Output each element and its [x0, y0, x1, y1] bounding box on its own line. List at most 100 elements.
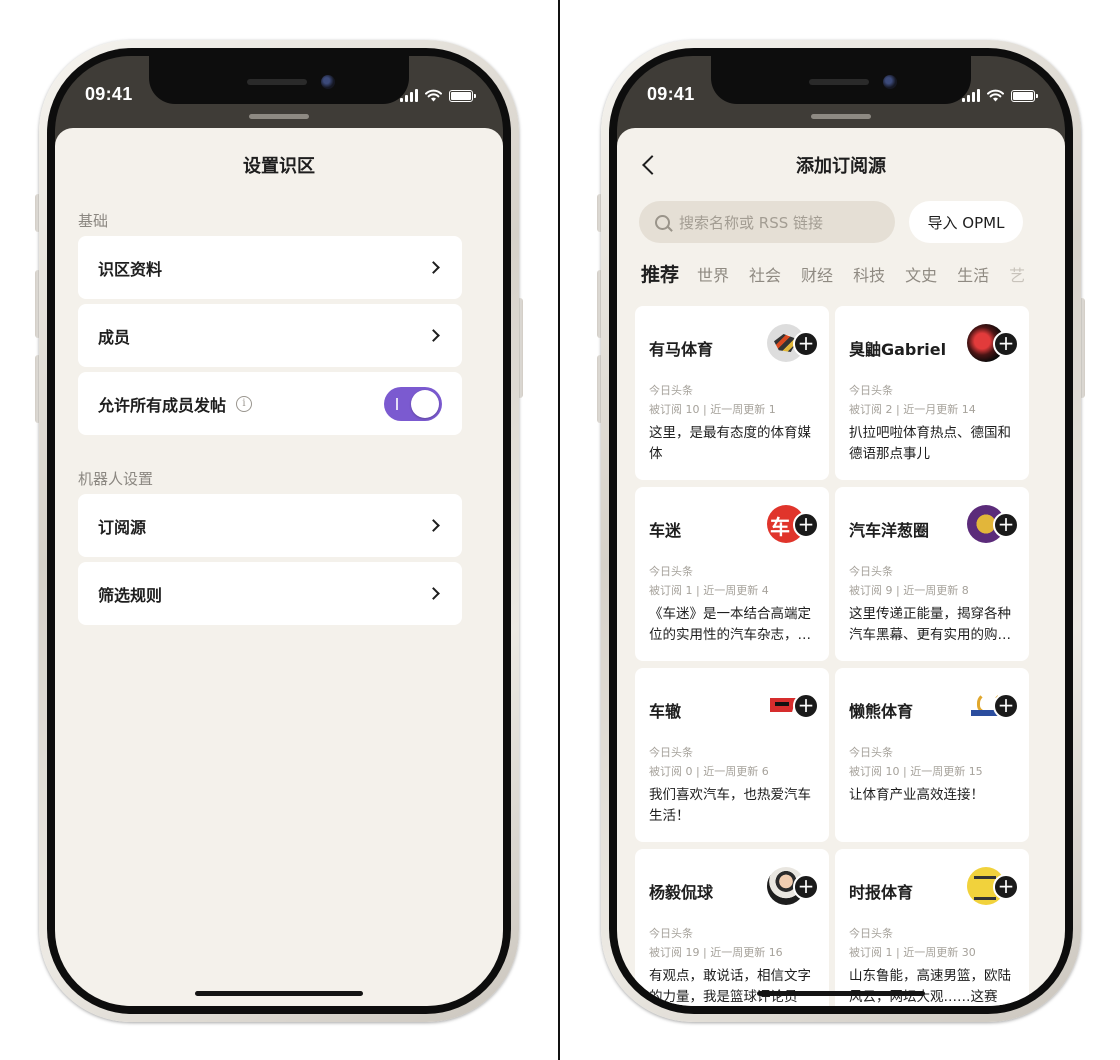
chevron-right-icon: [427, 261, 440, 274]
row-members[interactable]: 成员: [78, 304, 462, 367]
feed-description: 这里传递正能量，揭穿各种汽车黑幕、更有实用的购车指南: [849, 606, 1011, 643]
feed-stats: 被订阅 10 | 近一周更新 1: [649, 403, 776, 416]
feed-name: 汽车洋葱圈: [849, 521, 930, 540]
feed-stats: 被订阅 1 | 近一周更新 4: [649, 584, 769, 597]
feed-card[interactable]: 车迷 + 今日头条 被订阅 1 | 近一周更新 4 《车迷》是一本结合高端定位的…: [635, 487, 829, 661]
feed-name: 有马体育: [649, 340, 714, 359]
feed-description: 有观点，敢说话，相信文字的力量，我是篮球评论员: [649, 968, 811, 1005]
section-label-bot: 机器人设置: [78, 470, 154, 488]
feed-source: 今日头条: [649, 384, 693, 397]
row-label: 订阅源: [98, 517, 147, 537]
feed-source: 今日头条: [649, 746, 693, 759]
feed-card[interactable]: 汽车洋葱圈 + 今日头条 被订阅 9 | 近一周更新 8 这里传递正能量，揭穿各…: [835, 487, 1029, 661]
feed-source: 今日头条: [649, 927, 693, 940]
settings-sheet: 设置识区 基础 识区资料 成员 允许所有成员发帖 i 机器人设置 订阅源 筛选规…: [55, 128, 503, 1006]
add-feed-sheet: 添加订阅源 搜索名称或 RSS 链接 导入 OPML 推荐 世界 社会 财经 科…: [617, 128, 1065, 1006]
feed-name: 懒熊体育: [849, 702, 914, 721]
feed-description: 这里，是最有态度的体育媒体: [649, 425, 811, 462]
wifi-icon: [987, 89, 1004, 102]
search-placeholder: 搜索名称或 RSS 链接: [679, 213, 824, 232]
notch: [149, 56, 409, 104]
status-time: 09:41: [647, 84, 695, 104]
feed-description: 山东鲁能，高速男篮，欧陆风云，网坛大观……这赛: [849, 968, 1011, 1005]
notch: [711, 56, 971, 104]
status-time: 09:41: [85, 84, 133, 104]
feed-name: 车辙: [649, 702, 682, 721]
chevron-right-icon: [427, 329, 440, 342]
tab-finance[interactable]: 财经: [801, 262, 833, 286]
status-icons: [962, 88, 1038, 102]
row-allow-posting: 允许所有成员发帖 i: [78, 372, 462, 435]
feed-stats: 被订阅 1 | 近一周更新 30: [849, 946, 976, 959]
row-feeds[interactable]: 订阅源: [78, 494, 462, 557]
speaker: [809, 79, 869, 85]
sheet-grabber[interactable]: [249, 114, 309, 119]
add-feed-plus-icon[interactable]: +: [993, 874, 1019, 900]
feed-source: 今日头条: [849, 746, 893, 759]
toggle-knob: [411, 389, 439, 418]
add-feed-plus-icon[interactable]: +: [793, 693, 819, 719]
add-feed-plus-icon[interactable]: +: [793, 512, 819, 538]
phone-add-feed: 09:41 添加订阅源 搜索名称或 RSS 链接 导入 OPML 推荐 世界 社…: [597, 40, 1085, 1022]
row-label: 筛选规则: [98, 585, 163, 605]
feed-card[interactable]: 杨毅侃球 + 今日头条 被订阅 19 | 近一周更新 16 有观点，敢说话，相信…: [635, 849, 829, 1006]
feed-name: 时报体育: [849, 883, 914, 902]
tab-history[interactable]: 文史: [905, 262, 937, 286]
battery-icon: [449, 90, 476, 102]
feed-card[interactable]: 车辙 + 今日头条 被订阅 0 | 近一周更新 6 我们喜欢汽车，也热爱汽车生活…: [635, 668, 829, 842]
battery-icon: [1011, 90, 1038, 102]
add-feed-plus-icon[interactable]: +: [793, 874, 819, 900]
wifi-icon: [425, 89, 442, 102]
page-title: 添加订阅源: [796, 156, 886, 177]
feed-stats: 被订阅 2 | 近一月更新 14: [849, 403, 976, 416]
row-label: 允许所有成员发帖: [98, 395, 227, 415]
tab-world[interactable]: 世界: [697, 262, 729, 286]
feed-description: 让体育产业高效连接！: [849, 787, 984, 803]
feed-stats: 被订阅 9 | 近一周更新 8: [849, 584, 969, 597]
feed-source: 今日头条: [849, 927, 893, 940]
feed-name: 杨毅侃球: [649, 883, 714, 902]
feed-card[interactable]: 懒熊体育 + 今日头条 被订阅 10 | 近一周更新 15 让体育产业高效连接！: [835, 668, 1029, 842]
phone-settings: 09:41 设置识区 基础 识区资料 成员 允许所有成员发帖 i 机器人设置 订…: [35, 40, 523, 1022]
chevron-right-icon: [427, 587, 440, 600]
chevron-right-icon: [427, 519, 440, 532]
feed-source: 今日头条: [849, 565, 893, 578]
tab-society[interactable]: 社会: [749, 262, 781, 286]
feed-stats: 被订阅 10 | 近一周更新 15: [849, 765, 983, 778]
feed-card[interactable]: 时报体育 + 今日头条 被订阅 1 | 近一周更新 30 山东鲁能，高速男篮，欧…: [835, 849, 1029, 1006]
tab-recommended[interactable]: 推荐: [641, 260, 679, 287]
allow-posting-toggle[interactable]: [384, 386, 442, 421]
search-input[interactable]: 搜索名称或 RSS 链接: [639, 201, 895, 243]
toggle-on-mark: [396, 397, 398, 410]
row-profile[interactable]: 识区资料: [78, 236, 462, 299]
tab-art[interactable]: 艺: [1009, 262, 1025, 286]
add-feed-plus-icon[interactable]: +: [993, 331, 1019, 357]
tab-life[interactable]: 生活: [957, 262, 989, 286]
feed-stats: 被订阅 0 | 近一周更新 6: [649, 765, 769, 778]
category-tabs: 推荐 世界 社会 财经 科技 文史 生活 艺: [641, 260, 1051, 287]
add-feed-plus-icon[interactable]: +: [793, 331, 819, 357]
screen: 09:41 添加订阅源 搜索名称或 RSS 链接 导入 OPML 推荐 世界 社…: [617, 56, 1065, 1006]
feed-description: 我们喜欢汽车，也热爱汽车生活！: [649, 787, 811, 824]
screenshot-divider: [558, 0, 560, 1060]
row-filter-rules[interactable]: 筛选规则: [78, 562, 462, 625]
add-feed-plus-icon[interactable]: +: [993, 693, 1019, 719]
home-indicator[interactable]: [757, 991, 925, 996]
feed-source: 今日头条: [649, 565, 693, 578]
signal-icon: [400, 89, 418, 102]
info-icon[interactable]: i: [236, 395, 253, 412]
home-indicator[interactable]: [195, 991, 363, 996]
signal-icon: [962, 89, 980, 102]
add-feed-plus-icon[interactable]: +: [993, 512, 1019, 538]
feed-card[interactable]: 臭鼬Gabriel + 今日头条 被订阅 2 | 近一月更新 14 扒拉吧啦体育…: [835, 306, 1029, 480]
feed-description: 《车迷》是一本结合高端定位的实用性的汽车杂志，以及丰富的汽车文化: [649, 606, 811, 643]
import-opml-button[interactable]: 导入 OPML: [909, 201, 1023, 243]
feed-description: 扒拉吧啦体育热点、德国和德语那点事儿: [849, 425, 1011, 462]
feed-name: 车迷: [649, 521, 682, 540]
tab-tech[interactable]: 科技: [853, 262, 885, 286]
camera: [321, 75, 335, 89]
speaker: [247, 79, 307, 85]
sheet-grabber[interactable]: [811, 114, 871, 119]
feed-card[interactable]: 有马体育 + 今日头条 被订阅 10 | 近一周更新 1 这里，是最有态度的体育…: [635, 306, 829, 480]
section-label-basic: 基础: [78, 212, 109, 230]
